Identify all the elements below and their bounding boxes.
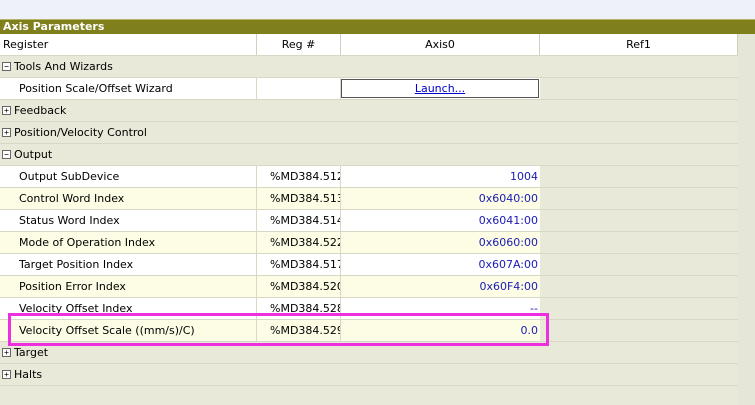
expand-icon[interactable]: +	[2, 105, 11, 115]
register-number: %MD384.529	[257, 320, 341, 341]
ref1-value	[540, 166, 738, 187]
group-feedback[interactable]: + Feedback	[0, 100, 738, 122]
axis0-value[interactable]: 0x60F4:00	[341, 276, 540, 297]
panel-title: Axis Parameters	[0, 19, 755, 34]
group-label: Position/Velocity Control	[14, 126, 147, 139]
register-number: %MD384.513	[257, 188, 341, 209]
register-name: Velocity Offset Scale ((mm/s)/C)	[0, 320, 257, 341]
axis-parameters-panel: Axis Parameters Register Reg # Axis0 Ref…	[0, 19, 755, 405]
axis0-value[interactable]: --	[341, 298, 540, 319]
collapse-icon[interactable]: −	[2, 61, 11, 71]
table-row[interactable]: Position Error Index %MD384.520 0x60F4:0…	[0, 276, 738, 298]
table-row[interactable]: Target Position Index %MD384.517 0x607A:…	[0, 254, 738, 276]
register-number: %MD384.528	[257, 298, 341, 319]
grid-header: Register Reg # Axis0 Ref1	[0, 34, 738, 56]
axis0-value[interactable]: 0x6041:00	[341, 210, 540, 231]
axis0-value[interactable]: 1004	[341, 166, 540, 187]
register-name: Velocity Offset Index	[0, 298, 257, 319]
register-number: %MD384.522	[257, 232, 341, 253]
column-header-reg-num[interactable]: Reg #	[257, 34, 341, 55]
register-name: Output SubDevice	[0, 166, 257, 187]
ref1-value	[540, 254, 738, 275]
expand-icon[interactable]: +	[2, 127, 11, 137]
table-row[interactable]: Status Word Index %MD384.514 0x6041:00	[0, 210, 738, 232]
ref1-value	[540, 188, 738, 209]
register-number: %MD384.512	[257, 166, 341, 187]
register-name: Control Word Index	[0, 188, 257, 209]
column-header-axis0[interactable]: Axis0	[341, 34, 540, 55]
ref1-value	[540, 78, 738, 99]
column-header-register[interactable]: Register	[0, 34, 257, 55]
register-name: Status Word Index	[0, 210, 257, 231]
vertical-scrollbar[interactable]	[738, 34, 755, 405]
group-position-velocity-control[interactable]: + Position/Velocity Control	[0, 122, 738, 144]
axis0-value[interactable]: 0x6040:00	[341, 188, 540, 209]
column-header-ref1[interactable]: Ref1	[540, 34, 738, 55]
table-row[interactable]: Position Scale/Offset Wizard Launch...	[0, 78, 738, 100]
ref1-value	[540, 320, 738, 341]
table-row-highlighted[interactable]: Velocity Offset Scale ((mm/s)/C) %MD384.…	[0, 320, 738, 342]
group-label: Feedback	[14, 104, 67, 117]
table-row[interactable]: Mode of Operation Index %MD384.522 0x606…	[0, 232, 738, 254]
register-name: Mode of Operation Index	[0, 232, 257, 253]
collapse-icon[interactable]: −	[2, 149, 11, 159]
ref1-value	[540, 210, 738, 231]
group-label: Tools And Wizards	[14, 60, 113, 73]
table-row[interactable]: Output SubDevice %MD384.512 1004	[0, 166, 738, 188]
group-tools-and-wizards[interactable]: − Tools And Wizards	[0, 56, 738, 78]
group-halts[interactable]: + Halts	[0, 364, 738, 386]
expand-icon[interactable]: +	[2, 347, 11, 357]
group-label: Target	[14, 346, 49, 359]
ref1-value	[540, 232, 738, 253]
register-name: Target Position Index	[0, 254, 257, 275]
register-number	[257, 78, 341, 99]
ref1-value	[540, 276, 738, 297]
ref1-value	[540, 298, 738, 319]
register-number: %MD384.520	[257, 276, 341, 297]
expand-icon[interactable]: +	[2, 369, 11, 379]
axis0-value[interactable]: 0x6060:00	[341, 232, 540, 253]
table-row[interactable]: Control Word Index %MD384.513 0x6040:00	[0, 188, 738, 210]
launch-wizard-button[interactable]: Launch...	[341, 79, 539, 98]
axis0-value[interactable]: 0x607A:00	[341, 254, 540, 275]
group-label: Halts	[14, 368, 43, 381]
register-number: %MD384.514	[257, 210, 341, 231]
group-target[interactable]: + Target	[0, 342, 738, 364]
parameters-grid: Register Reg # Axis0 Ref1 − Tools And Wiz…	[0, 34, 738, 386]
group-output[interactable]: − Output	[0, 144, 738, 166]
group-label: Output	[14, 148, 53, 161]
register-number: %MD384.517	[257, 254, 341, 275]
table-row[interactable]: Velocity Offset Index %MD384.528 --	[0, 298, 738, 320]
register-name: Position Scale/Offset Wizard	[0, 78, 257, 99]
axis0-value[interactable]: 0.0	[341, 320, 540, 341]
register-name: Position Error Index	[0, 276, 257, 297]
